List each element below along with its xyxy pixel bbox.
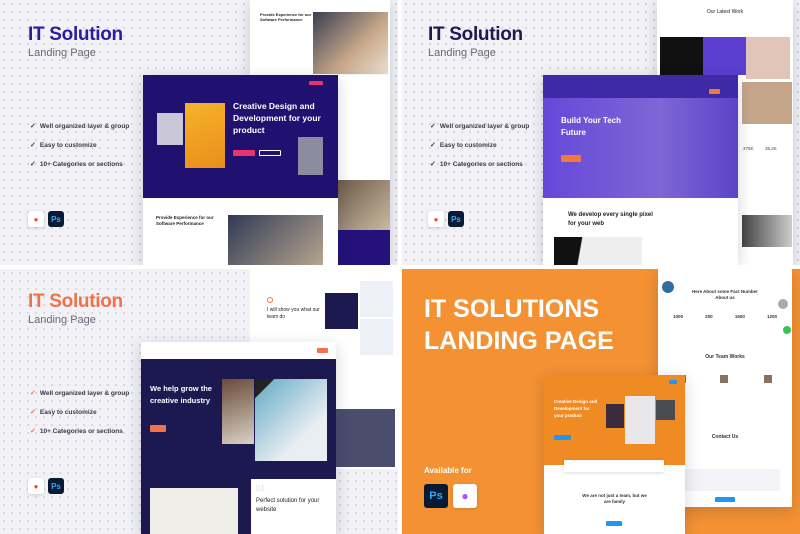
available-for-label: Available for	[424, 466, 472, 475]
feature-item: ✓ Well organized layer & group	[430, 122, 530, 131]
panel-subtitle: Landing Page	[28, 314, 96, 326]
figma-icon: ●	[428, 211, 444, 227]
panel-it-solution-orange-accent: IT Solution Landing Page ✓ Well organized…	[0, 269, 398, 534]
nav-cta-button[interactable]	[317, 348, 328, 353]
feature-item: ✓ Easy to customize	[30, 141, 97, 150]
mockup-card-top: Provide Experience for our Software Perf…	[250, 0, 390, 75]
hero-button[interactable]	[561, 155, 581, 162]
landing-mockup: Creative Design and Development for your…	[544, 375, 685, 534]
check-icon: ✓	[30, 142, 36, 149]
panel-title: IT Solution	[428, 24, 523, 45]
panel-title-line1: IT SOLUTIONS	[424, 295, 599, 323]
check-icon: ✓	[30, 390, 36, 397]
panel-it-solution-navy: IT Solution Landing Page ✓ Well organized…	[0, 0, 398, 265]
hero-primary-button[interactable]	[233, 150, 255, 156]
panel-subtitle: Landing Page	[428, 47, 496, 59]
section-button[interactable]	[606, 521, 622, 526]
panel-it-solutions-orange: IT SOLUTIONS LANDING PAGE Available for …	[402, 269, 800, 534]
section-heading: Provide Experience for our Software Perf…	[156, 215, 214, 226]
feature-item: ✓ 10+ Categories or sections	[30, 427, 123, 436]
feature-item: ✓ 10+ Categories or sections	[30, 160, 123, 169]
section-heading: We are not just a team, but we are famil…	[582, 493, 647, 504]
panel-it-solution-purple: IT Solution Landing Page ✓ Well organized…	[402, 0, 800, 265]
feature-item: ✓ Well organized layer & group	[30, 122, 130, 131]
landing-mockup: Build Your Tech Future We develop every …	[543, 75, 738, 265]
photoshop-icon: Ps	[424, 484, 448, 508]
contact-submit-button[interactable]	[715, 497, 735, 502]
nav-cta-button[interactable]	[669, 380, 677, 384]
landing-mockup: We help grow the creative industry 01 Pe…	[141, 342, 336, 534]
hero-secondary-button[interactable]	[259, 150, 281, 156]
hero-heading: Creative Design and Development for your…	[554, 399, 598, 418]
hero-heading: Creative Design and Development for your…	[233, 101, 321, 135]
figma-icon: ●	[28, 478, 44, 494]
hero-button[interactable]	[554, 435, 571, 440]
hero-heading: Build Your Tech Future	[561, 116, 622, 137]
landing-mockup: Creative Design and Development for your…	[143, 75, 338, 265]
check-icon: ✓	[430, 142, 436, 149]
hero-image	[185, 103, 225, 168]
hero-button[interactable]	[150, 425, 166, 432]
section-heading: We develop every single pixel for your w…	[568, 212, 653, 227]
check-icon: ✓	[30, 428, 36, 435]
photo	[313, 12, 388, 74]
figma-icon: ●	[453, 484, 477, 508]
check-icon: ✓	[430, 123, 436, 130]
check-icon: ✓	[430, 161, 436, 168]
feature-item: ✓ Easy to customize	[30, 408, 97, 417]
photoshop-icon: Ps	[48, 478, 64, 494]
figma-icon: ●	[28, 211, 44, 227]
panel-title: IT Solution	[28, 291, 123, 312]
feature-item: ✓ Well organized layer & group	[30, 389, 130, 398]
check-icon: ✓	[30, 161, 36, 168]
panel-title: IT Solution	[28, 24, 123, 45]
panel-title-line2: LANDING PAGE	[424, 327, 614, 355]
photoshop-icon: Ps	[448, 211, 464, 227]
nav-cta-button[interactable]	[709, 89, 720, 94]
mockup-side	[338, 75, 390, 265]
check-icon: ✓	[30, 123, 36, 130]
panel-subtitle: Landing Page	[28, 47, 96, 59]
nav-cta-button[interactable]	[309, 81, 323, 85]
feature-item: ✓ 10+ Categories or sections	[430, 160, 523, 169]
section-heading: Perfect solution for your website	[256, 498, 320, 513]
feature-item: ✓ Easy to customize	[430, 141, 497, 150]
photoshop-icon: Ps	[48, 211, 64, 227]
check-icon: ✓	[30, 409, 36, 416]
